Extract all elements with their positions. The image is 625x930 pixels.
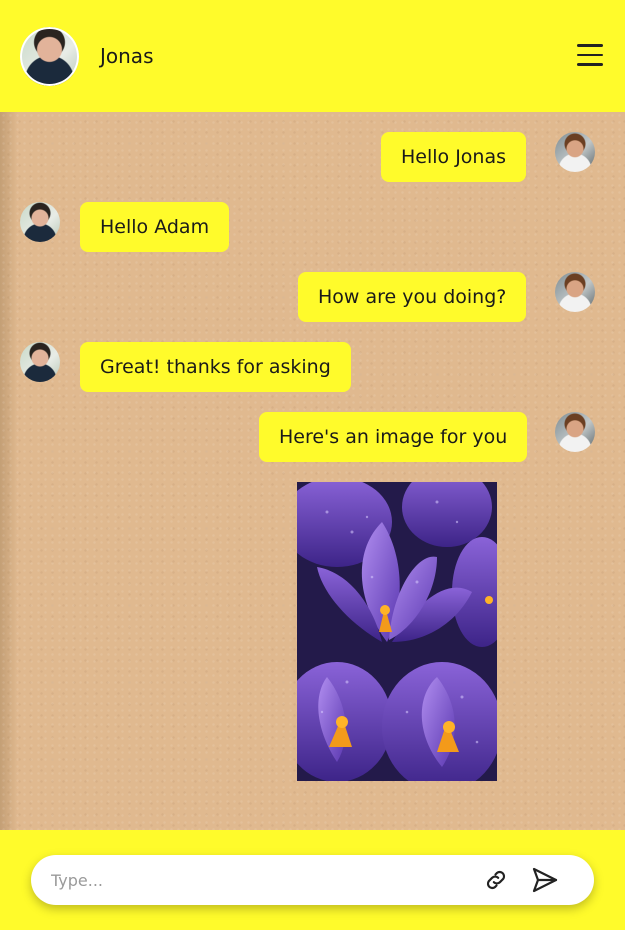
chat-header: Jonas — [0, 0, 625, 112]
contact-avatar[interactable] — [20, 27, 79, 86]
message-bubble-outgoing: How are you doing? — [298, 272, 527, 322]
message-composer — [31, 855, 594, 905]
sender-avatar-jonas — [20, 342, 60, 382]
hamburger-menu-icon[interactable] — [577, 44, 603, 66]
sender-avatar-jonas — [20, 202, 60, 242]
message-input[interactable] — [51, 867, 451, 893]
composer-bar — [0, 830, 625, 930]
sender-avatar-adam — [555, 272, 595, 312]
message-bubble-outgoing: Hello Jonas — [381, 132, 527, 182]
message-bubble-incoming: Hello Adam — [80, 202, 230, 252]
link-icon[interactable] — [483, 867, 509, 893]
sender-avatar-adam — [555, 132, 595, 172]
sender-avatar-adam — [555, 412, 595, 452]
message-bubble-incoming: Great! thanks for asking — [80, 342, 351, 392]
purple-crocus-flowers-photo — [297, 482, 497, 781]
image-attachment[interactable] — [297, 482, 497, 781]
message-list[interactable]: Hello Jonas Hello Adam How are you doing… — [0, 112, 625, 830]
message-bubble-outgoing: Here's an image for you — [259, 412, 528, 462]
contact-name: Jonas — [100, 44, 154, 68]
send-icon[interactable] — [531, 866, 559, 894]
